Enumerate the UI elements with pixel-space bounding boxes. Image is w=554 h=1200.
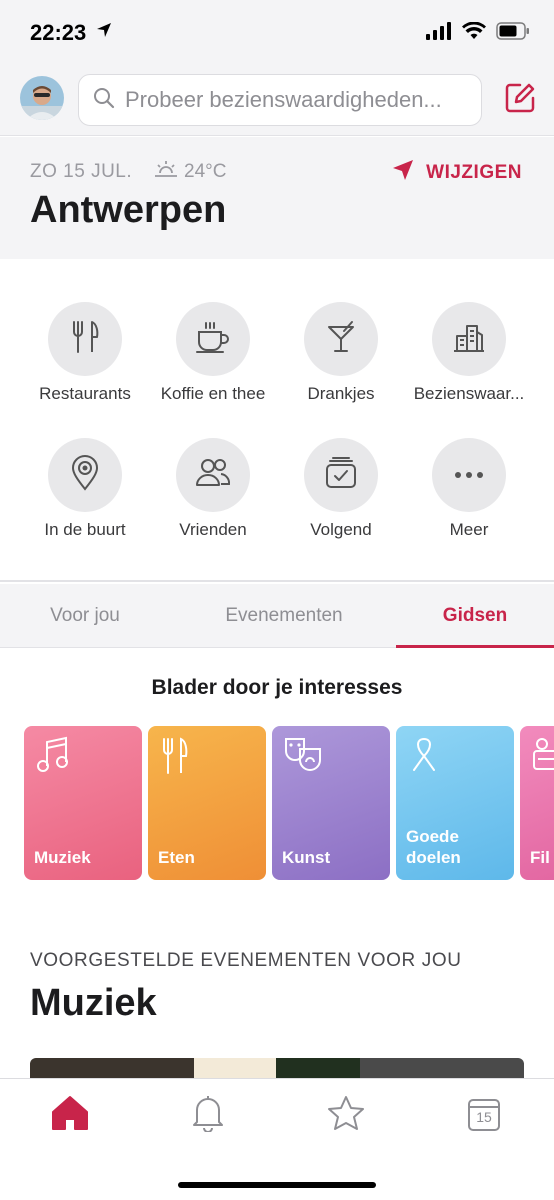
change-location-label: WIJZIGEN — [426, 162, 522, 183]
category-grid: Restaurants Koffie en thee Drankjes Bezi… — [0, 260, 554, 582]
date-label: ZO 15 JUL. — [30, 161, 133, 182]
calendar-day: 15 — [476, 1109, 492, 1125]
fork-knife-icon — [160, 736, 190, 781]
category-label: Bezienswaar... — [413, 384, 525, 403]
category-label: Vrienden — [179, 520, 247, 539]
nav-notifications[interactable] — [186, 1095, 230, 1135]
interest-cards: Muziek Eten Kunst Goede doelen Fil — [24, 726, 554, 880]
home-icon — [51, 1095, 89, 1136]
fork-knife-icon — [68, 319, 102, 360]
card-label: Eten — [158, 848, 195, 867]
category-circle — [48, 302, 122, 376]
status-time: 22:23 — [30, 20, 87, 45]
category-friends[interactable]: Vrienden — [148, 438, 278, 540]
category-more[interactable]: Meer — [404, 438, 534, 540]
category-drinks[interactable]: Drankjes — [276, 302, 406, 404]
more-icon — [454, 466, 484, 484]
location-arrow-icon — [96, 22, 112, 43]
friends-icon — [195, 457, 231, 494]
suggested-title: Muziek — [30, 982, 157, 1024]
calendar-icon: 15 — [467, 1098, 501, 1132]
tab-bar: Voor jou Evenementen Gidsen — [0, 584, 554, 648]
suggested-eyebrow: VOORGESTELDE EVENEMENTEN VOOR JOU — [30, 950, 462, 971]
cocktail-icon — [324, 320, 358, 359]
sun-icon — [154, 159, 178, 185]
category-coffee-tea[interactable]: Koffie en thee — [148, 302, 278, 404]
ribbon-icon — [408, 736, 440, 779]
change-location-button[interactable]: WIJZIGEN — [392, 159, 522, 187]
compose-icon[interactable] — [502, 80, 538, 121]
suggested-events-strip[interactable] — [30, 1058, 524, 1080]
search-input[interactable]: Probeer bezienswaardigheden... — [78, 74, 482, 126]
category-circle — [176, 302, 250, 376]
category-nearby[interactable]: In de buurt — [20, 438, 150, 540]
coffee-cup-icon — [195, 320, 231, 359]
home-indicator[interactable] — [178, 1182, 376, 1188]
star-icon — [327, 1095, 365, 1136]
bottom-nav: 15 — [0, 1078, 554, 1200]
status-bar: 22:23 — [0, 0, 554, 64]
theater-masks-icon — [284, 736, 322, 777]
category-circle — [176, 438, 250, 512]
wifi-icon — [462, 21, 486, 45]
location-pin-icon — [70, 454, 100, 496]
location-block: ZO 15 JUL. 24°C Antwerpen WIJZIGEN — [0, 137, 554, 259]
card-label: Muziek — [34, 848, 91, 867]
tab-gidsen[interactable]: Gidsen — [396, 584, 554, 648]
search-icon — [93, 87, 115, 114]
category-following[interactable]: Volgend — [276, 438, 406, 540]
interest-card-goede-doelen[interactable]: Goede doelen — [396, 726, 514, 880]
interest-card-muziek[interactable]: Muziek — [24, 726, 142, 880]
avatar[interactable] — [20, 76, 64, 120]
category-circle — [304, 302, 378, 376]
interest-card-film[interactable]: Fil — [520, 726, 554, 880]
battery-icon — [496, 22, 530, 45]
following-icon — [324, 456, 358, 495]
interests-title: Blader door je interesses — [151, 676, 403, 699]
category-circle — [432, 438, 506, 512]
bell-icon — [191, 1094, 225, 1137]
weather: 24°C — [154, 159, 226, 185]
active-tab-indicator — [396, 645, 554, 648]
category-circle — [48, 438, 122, 512]
tab-evenementen[interactable]: Evenementen — [186, 584, 382, 648]
search-placeholder: Probeer bezienswaardigheden... — [125, 87, 442, 112]
category-circle — [432, 302, 506, 376]
category-restaurants[interactable]: Restaurants — [20, 302, 150, 404]
card-label: Kunst — [282, 848, 331, 867]
category-label: In de buurt — [44, 520, 126, 539]
navigation-arrow-icon — [392, 159, 414, 187]
nav-home[interactable] — [48, 1095, 92, 1135]
category-label: Drankjes — [307, 384, 375, 403]
city-title: Antwerpen — [30, 189, 227, 231]
nav-calendar[interactable]: 15 — [462, 1095, 506, 1135]
tab-voor-jou[interactable]: Voor jou — [0, 584, 170, 648]
category-label: Restaurants — [39, 384, 131, 403]
buildings-icon — [451, 320, 487, 359]
category-circle — [304, 438, 378, 512]
category-label: Koffie en thee — [160, 384, 266, 403]
header: Probeer bezienswaardigheden... — [0, 64, 554, 136]
film-camera-icon — [532, 736, 554, 777]
category-sights[interactable]: Bezienswaar... — [404, 302, 534, 404]
signal-icon — [426, 22, 452, 45]
category-label: Meer — [449, 520, 489, 539]
card-label: Goede doelen — [406, 827, 461, 867]
interest-card-kunst[interactable]: Kunst — [272, 726, 390, 880]
category-label: Volgend — [310, 520, 372, 539]
music-note-icon — [36, 736, 70, 779]
temperature-label: 24°C — [184, 161, 227, 182]
nav-favorites[interactable] — [324, 1095, 368, 1135]
card-label: Fil — [530, 848, 550, 867]
interest-card-eten[interactable]: Eten — [148, 726, 266, 880]
